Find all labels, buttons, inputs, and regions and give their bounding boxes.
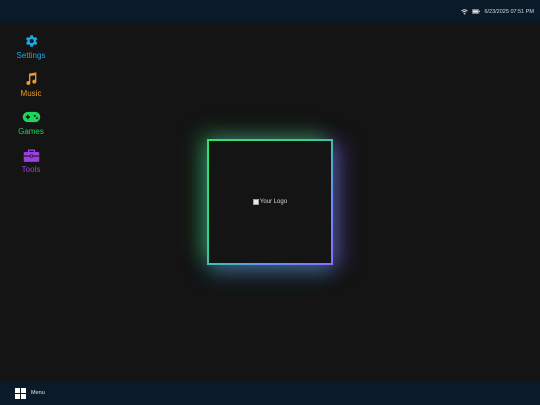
datetime-text[interactable]: 6/23/2025 07:51 PM [484, 9, 534, 15]
sidebar-item-label: Music [20, 89, 42, 98]
toolbox-icon [23, 146, 40, 164]
music-note-icon [23, 70, 39, 88]
taskbar: Menu [0, 381, 540, 405]
gamepad-icon [22, 108, 41, 126]
windows-icon [15, 387, 26, 399]
status-bar: 6/23/2025 07:51 PM [0, 0, 540, 23]
logo-image: Your Logo [252, 199, 288, 205]
sidebar-item-settings[interactable]: Settings [0, 32, 62, 66]
wifi-icon[interactable] [461, 8, 469, 15]
battery-icon[interactable] [472, 9, 481, 14]
menu-button[interactable]: Menu [15, 387, 45, 399]
desktop-screen: 6/23/2025 07:51 PM Settings Music Games … [0, 0, 540, 405]
sidebar-item-tools[interactable]: Tools [0, 146, 62, 180]
sidebar-item-music[interactable]: Music [0, 70, 62, 104]
sidebar-item-games[interactable]: Games [0, 108, 62, 142]
sidebar-item-label: Settings [16, 51, 46, 60]
logo-alt-text: Your Logo [259, 199, 288, 205]
menu-label: Menu [31, 390, 45, 396]
gear-icon [23, 32, 39, 50]
sidebar-item-label: Tools [21, 165, 41, 174]
broken-image-icon [252, 199, 259, 205]
system-tray: 6/23/2025 07:51 PM [461, 9, 534, 15]
sidebar-item-label: Games [18, 127, 44, 136]
logo-frame: Your Logo [207, 139, 333, 265]
